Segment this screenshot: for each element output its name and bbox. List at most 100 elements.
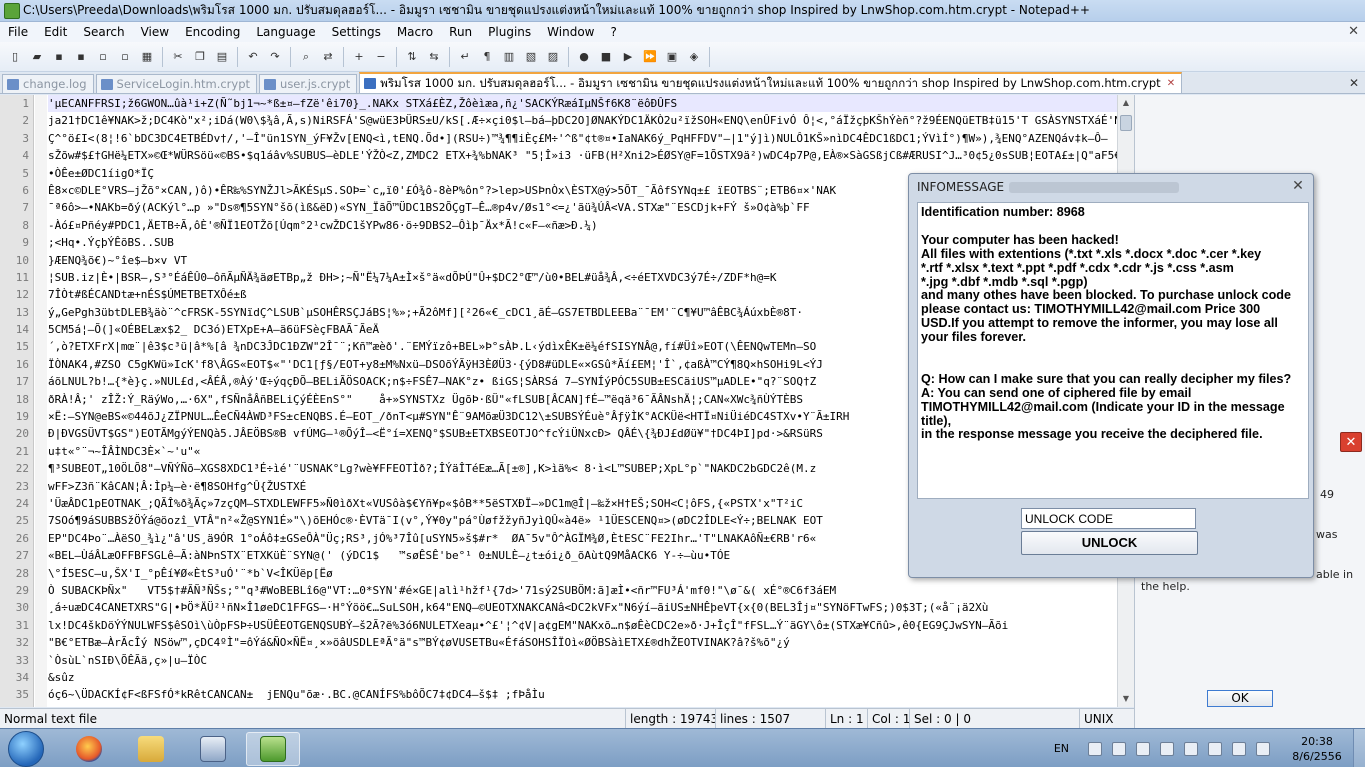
- clock[interactable]: 20:38 8/6/2556: [1281, 734, 1353, 764]
- indent-guide-icon[interactable]: ▥: [500, 48, 518, 66]
- open-file-icon[interactable]: ▰: [28, 48, 46, 66]
- sync-horizontal-icon[interactable]: ⇆: [425, 48, 443, 66]
- word-wrap-icon[interactable]: ↵: [456, 48, 474, 66]
- code-line[interactable]: lx!DC4škDöÝÝNULWFS$êSOì\ùÒpFSÞ÷USÜÊEOTGE…: [48, 617, 1117, 634]
- scrollbar-thumb[interactable]: [1120, 115, 1132, 131]
- line-number: 30: [15, 601, 29, 615]
- menu-encoding[interactable]: Encoding: [177, 22, 248, 42]
- unlock-button[interactable]: UNLOCK: [1021, 531, 1198, 555]
- menu-window[interactable]: Window: [539, 22, 602, 42]
- device-icon[interactable]: [1208, 741, 1222, 756]
- show-desktop-button[interactable]: [1353, 729, 1365, 767]
- line-number: 15: [15, 340, 29, 354]
- stop-macro-icon[interactable]: ■: [597, 48, 615, 66]
- close-all-tabs-icon[interactable]: ✕: [1349, 76, 1359, 90]
- doc-map-icon[interactable]: ▨: [544, 48, 562, 66]
- new-file-icon[interactable]: ▯: [6, 48, 24, 66]
- answer-line-2: TIMOTHYMILL42@mail.com (Indicate your ID…: [921, 399, 1285, 414]
- menu-language[interactable]: Language: [248, 22, 323, 42]
- code-line[interactable]: "B€°ETBæ–ÀrÃcÎý NSöw™,çDC4ºÌ"=ôÝá&ÑO×ÑË¤…: [48, 634, 1117, 651]
- redo-icon[interactable]: ↷: [266, 48, 284, 66]
- action-center-icon[interactable]: [1184, 741, 1198, 756]
- code-line[interactable]: ¸á÷uæDC4CANETXRS"G|•ÞÖ*ÄÜ²¹ñN×Î1øeDC1FFG…: [48, 599, 1117, 616]
- menu-edit[interactable]: Edit: [36, 22, 75, 42]
- show-all-chars-icon[interactable]: ¶: [478, 48, 496, 66]
- find-icon[interactable]: ⌕: [297, 48, 315, 66]
- bluetooth-icon[interactable]: [1136, 741, 1150, 756]
- blocked-line-2: please contact us: TIMOTHYMILL42@mail.co…: [921, 302, 1261, 317]
- menu-search[interactable]: Search: [75, 22, 132, 42]
- line-number: 21: [15, 444, 29, 458]
- answer-line-4: in the response message you receive the …: [921, 427, 1263, 442]
- code-line[interactable]: ja21†DC1ê¥NAK>ž;DC4Kò"x²;iDá(W0\$¾â,Ã,s)…: [48, 112, 1117, 129]
- show-hidden-icons-icon[interactable]: [1088, 741, 1102, 756]
- line-number: 25: [15, 514, 29, 528]
- tab-active-document[interactable]: พริมโรส 1000 มก. ปรับสมดุลฮอร์โ... - อิม…: [359, 72, 1183, 93]
- background-text-able-in: able in: [1316, 568, 1354, 581]
- network-icon[interactable]: [1232, 741, 1246, 756]
- code-line[interactable]: sŽõw#$£†GHë¼ETX»©Œ*WÜRSöü«©BS•$q1áâv%SUB…: [48, 147, 1117, 164]
- taskbar-firefox[interactable]: [62, 732, 116, 766]
- taskbar-notepad-plus-plus[interactable]: [246, 732, 300, 766]
- user-lang-icon[interactable]: ▧: [522, 48, 540, 66]
- code-line[interactable]: óç6~\ÜDACKÍ¢F<ßFSfÓ*kRêtCANCAN± jENQu"õæ…: [48, 686, 1117, 703]
- menu-help[interactable]: ?: [602, 22, 624, 42]
- fold-margin[interactable]: [35, 95, 47, 707]
- background-window-close-icon[interactable]: ✕: [1340, 432, 1362, 452]
- volume-icon[interactable]: [1256, 741, 1270, 756]
- line-number: 34: [15, 670, 29, 684]
- code-line[interactable]: 'µECANFFRSI;ž6GWON…ûà¹i+Z(Ñ˜bj1¬~*ß±¤–fZ…: [48, 95, 1117, 113]
- menu-file[interactable]: File: [0, 22, 36, 42]
- replace-icon[interactable]: ⇄: [319, 48, 337, 66]
- close-document-icon[interactable]: ✕: [1348, 24, 1359, 39]
- tab-servicelogin[interactable]: ServiceLogin.htm.crypt: [95, 74, 258, 93]
- taskbar-explorer[interactable]: [124, 732, 178, 766]
- security-shield-icon[interactable]: [1112, 741, 1126, 756]
- language-indicator[interactable]: EN: [1054, 742, 1069, 755]
- cloud-sync-icon[interactable]: [1160, 741, 1174, 756]
- save-icon[interactable]: ▪: [50, 48, 68, 66]
- print-icon[interactable]: ▦: [138, 48, 156, 66]
- run-macro-multiple-icon[interactable]: ⏩: [641, 48, 659, 66]
- scroll-down-icon[interactable]: ▼: [1118, 691, 1134, 707]
- status-length: length : 197436: [626, 708, 716, 729]
- sync-vertical-icon[interactable]: ⇅: [403, 48, 421, 66]
- copy-icon[interactable]: ❐: [191, 48, 209, 66]
- menu-view[interactable]: View: [133, 22, 177, 42]
- save-macro-icon[interactable]: ▣: [663, 48, 681, 66]
- toolbar-separator: [396, 46, 397, 67]
- record-macro-icon[interactable]: ●: [575, 48, 593, 66]
- tab-user-js[interactable]: user.js.crypt: [259, 74, 358, 93]
- scroll-up-icon[interactable]: ▲: [1118, 95, 1134, 111]
- save-all-icon[interactable]: ▪: [72, 48, 90, 66]
- paste-icon[interactable]: ▤: [213, 48, 231, 66]
- taskbar-app-window[interactable]: [186, 732, 240, 766]
- extensions-line-2: *.rtf *.xlsx *.text *.ppt *.pdf *.cdx *.…: [921, 260, 1234, 275]
- close-all-icon[interactable]: ▫: [116, 48, 134, 66]
- zoom-in-icon[interactable]: +: [350, 48, 368, 66]
- code-line[interactable]: &sûz: [48, 669, 1117, 686]
- menu-settings[interactable]: Settings: [324, 22, 389, 42]
- menu-run[interactable]: Run: [441, 22, 480, 42]
- tab-change-log[interactable]: change.log: [2, 74, 94, 93]
- code-line[interactable]: `ÒsùL`nSIÐ\ÕÊÃä,ç»|u–ÏÒC: [48, 652, 1117, 669]
- unlock-code-input[interactable]: [1021, 508, 1196, 529]
- menu-plugins[interactable]: Plugins: [480, 22, 539, 42]
- play-macro-icon[interactable]: ▶: [619, 48, 637, 66]
- close-file-icon[interactable]: ▫: [94, 48, 112, 66]
- undo-icon[interactable]: ↶: [244, 48, 262, 66]
- menu-macro[interactable]: Macro: [389, 22, 441, 42]
- background-ok-button[interactable]: OK: [1207, 690, 1273, 707]
- status-col: Col : 1: [868, 708, 910, 729]
- dialog-close-icon[interactable]: ✕: [1289, 177, 1307, 195]
- cut-icon[interactable]: ✂: [169, 48, 187, 66]
- window-titlebar[interactable]: C:\Users\Preeda\Downloads\พริมโรส 1000 ม…: [0, 0, 1365, 22]
- line-number: 16: [15, 357, 29, 371]
- start-button-icon[interactable]: [8, 731, 44, 767]
- code-line[interactable]: Ò SUBACKÞÑx" VT5$†#ÃÑ³ÑŠs;°"q³#WoBEBLî6@…: [48, 582, 1117, 599]
- zoom-out-icon[interactable]: −: [372, 48, 390, 66]
- code-line[interactable]: Ç^°ö£I<(8¦!6`bDC3DC4ETBÉDv†/,'–Î"ün1SYN_…: [48, 130, 1117, 147]
- plugin-icon[interactable]: ◈: [685, 48, 703, 66]
- extensions-line-1: All files with extentions (*.txt *.xls *…: [921, 246, 1262, 261]
- tab-close-icon[interactable]: ✕: [1167, 78, 1175, 89]
